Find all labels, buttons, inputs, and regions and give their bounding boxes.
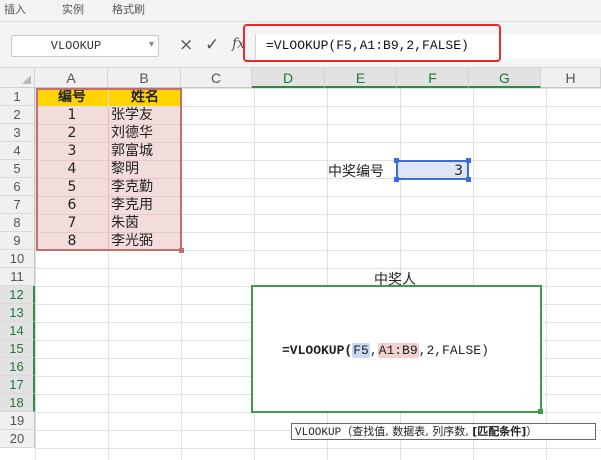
- function-tooltip: VLOOKUP（查找值, 数据表, 列序数, [匹配条件]）: [291, 423, 596, 440]
- row-header-2[interactable]: 2: [0, 106, 35, 124]
- row-header-16[interactable]: 16: [0, 358, 35, 376]
- range-handle[interactable]: [394, 177, 399, 182]
- row-header-20[interactable]: 20: [0, 430, 35, 448]
- row-header-4[interactable]: 4: [0, 142, 35, 160]
- row-header-6[interactable]: 6: [0, 178, 35, 196]
- prize-number-value: 3: [454, 163, 463, 179]
- column-header-c[interactable]: C: [181, 68, 252, 88]
- range-handle[interactable]: [466, 177, 471, 182]
- range-handle[interactable]: [394, 158, 399, 163]
- column-header-d[interactable]: D: [252, 68, 325, 88]
- fill-handle[interactable]: [538, 409, 543, 414]
- row-header-3[interactable]: 3: [0, 124, 35, 142]
- tooltip-current-arg: [匹配条件]: [472, 425, 527, 438]
- column-header-f[interactable]: F: [397, 68, 469, 88]
- cancel-icon[interactable]: ×: [179, 35, 193, 55]
- in-cell-formula[interactable]: =VLOOKUP(F5,A1:B9,2,FALSE): [282, 343, 489, 358]
- row-header-12[interactable]: 12: [0, 286, 35, 304]
- range-handle[interactable]: [466, 158, 471, 163]
- row-header-8[interactable]: 8: [0, 214, 35, 232]
- column-header-a[interactable]: A: [35, 68, 108, 88]
- row-header-1[interactable]: 1: [0, 88, 35, 106]
- name-box[interactable]: VLOOKUP ▾: [11, 35, 159, 57]
- tooltip-args: （查找值, 数据表, 列序数,: [341, 425, 473, 438]
- tooltip-close: ）: [526, 425, 538, 438]
- range-handle[interactable]: [179, 248, 184, 253]
- chevron-down-icon[interactable]: ▾: [149, 39, 154, 50]
- column-header-h[interactable]: H: [541, 68, 601, 88]
- formula-ref-f5[interactable]: F5: [352, 343, 370, 358]
- formula-function: =VLOOKUP(: [282, 343, 353, 358]
- ribbon-fragment[interactable]: 插入: [4, 1, 26, 17]
- name-box-value: VLOOKUP: [50, 39, 102, 53]
- formula-separator: ,: [369, 343, 378, 358]
- row-header-17[interactable]: 17: [0, 376, 35, 394]
- row-header-11[interactable]: 11: [0, 268, 35, 286]
- row-header-10[interactable]: 10: [0, 250, 35, 268]
- row-header-15[interactable]: 15: [0, 340, 35, 358]
- row-header-13[interactable]: 13: [0, 304, 35, 322]
- column-header-e[interactable]: E: [325, 68, 397, 88]
- cell-f5[interactable]: 3: [394, 158, 471, 182]
- formula-args: ,2,FALSE): [418, 343, 489, 358]
- row-header-7[interactable]: 7: [0, 196, 35, 214]
- select-all-corner[interactable]: [0, 68, 35, 88]
- row-header-9[interactable]: 9: [0, 232, 35, 250]
- formula-highlight-box: [243, 24, 501, 62]
- row-header-14[interactable]: 14: [0, 322, 35, 340]
- row-header-18[interactable]: 18: [0, 394, 35, 412]
- lookup-range-border: [36, 88, 184, 253]
- confirm-icon[interactable]: ✓: [205, 35, 219, 55]
- column-header-b[interactable]: B: [108, 68, 181, 88]
- row-header-5[interactable]: 5: [0, 160, 35, 178]
- tooltip-function-name[interactable]: VLOOKUP: [295, 427, 341, 439]
- prize-number-label[interactable]: 中奖编号: [328, 161, 384, 181]
- row-header-19[interactable]: 19: [0, 412, 35, 430]
- ribbon-fragment[interactable]: 实例: [62, 1, 84, 17]
- ribbon-fragment[interactable]: 格式刷: [112, 1, 145, 17]
- formula-ref-range[interactable]: A1:B9: [377, 343, 419, 358]
- ribbon-remnant: 插入 实例 格式刷: [0, 0, 601, 22]
- column-header-g[interactable]: G: [469, 68, 541, 88]
